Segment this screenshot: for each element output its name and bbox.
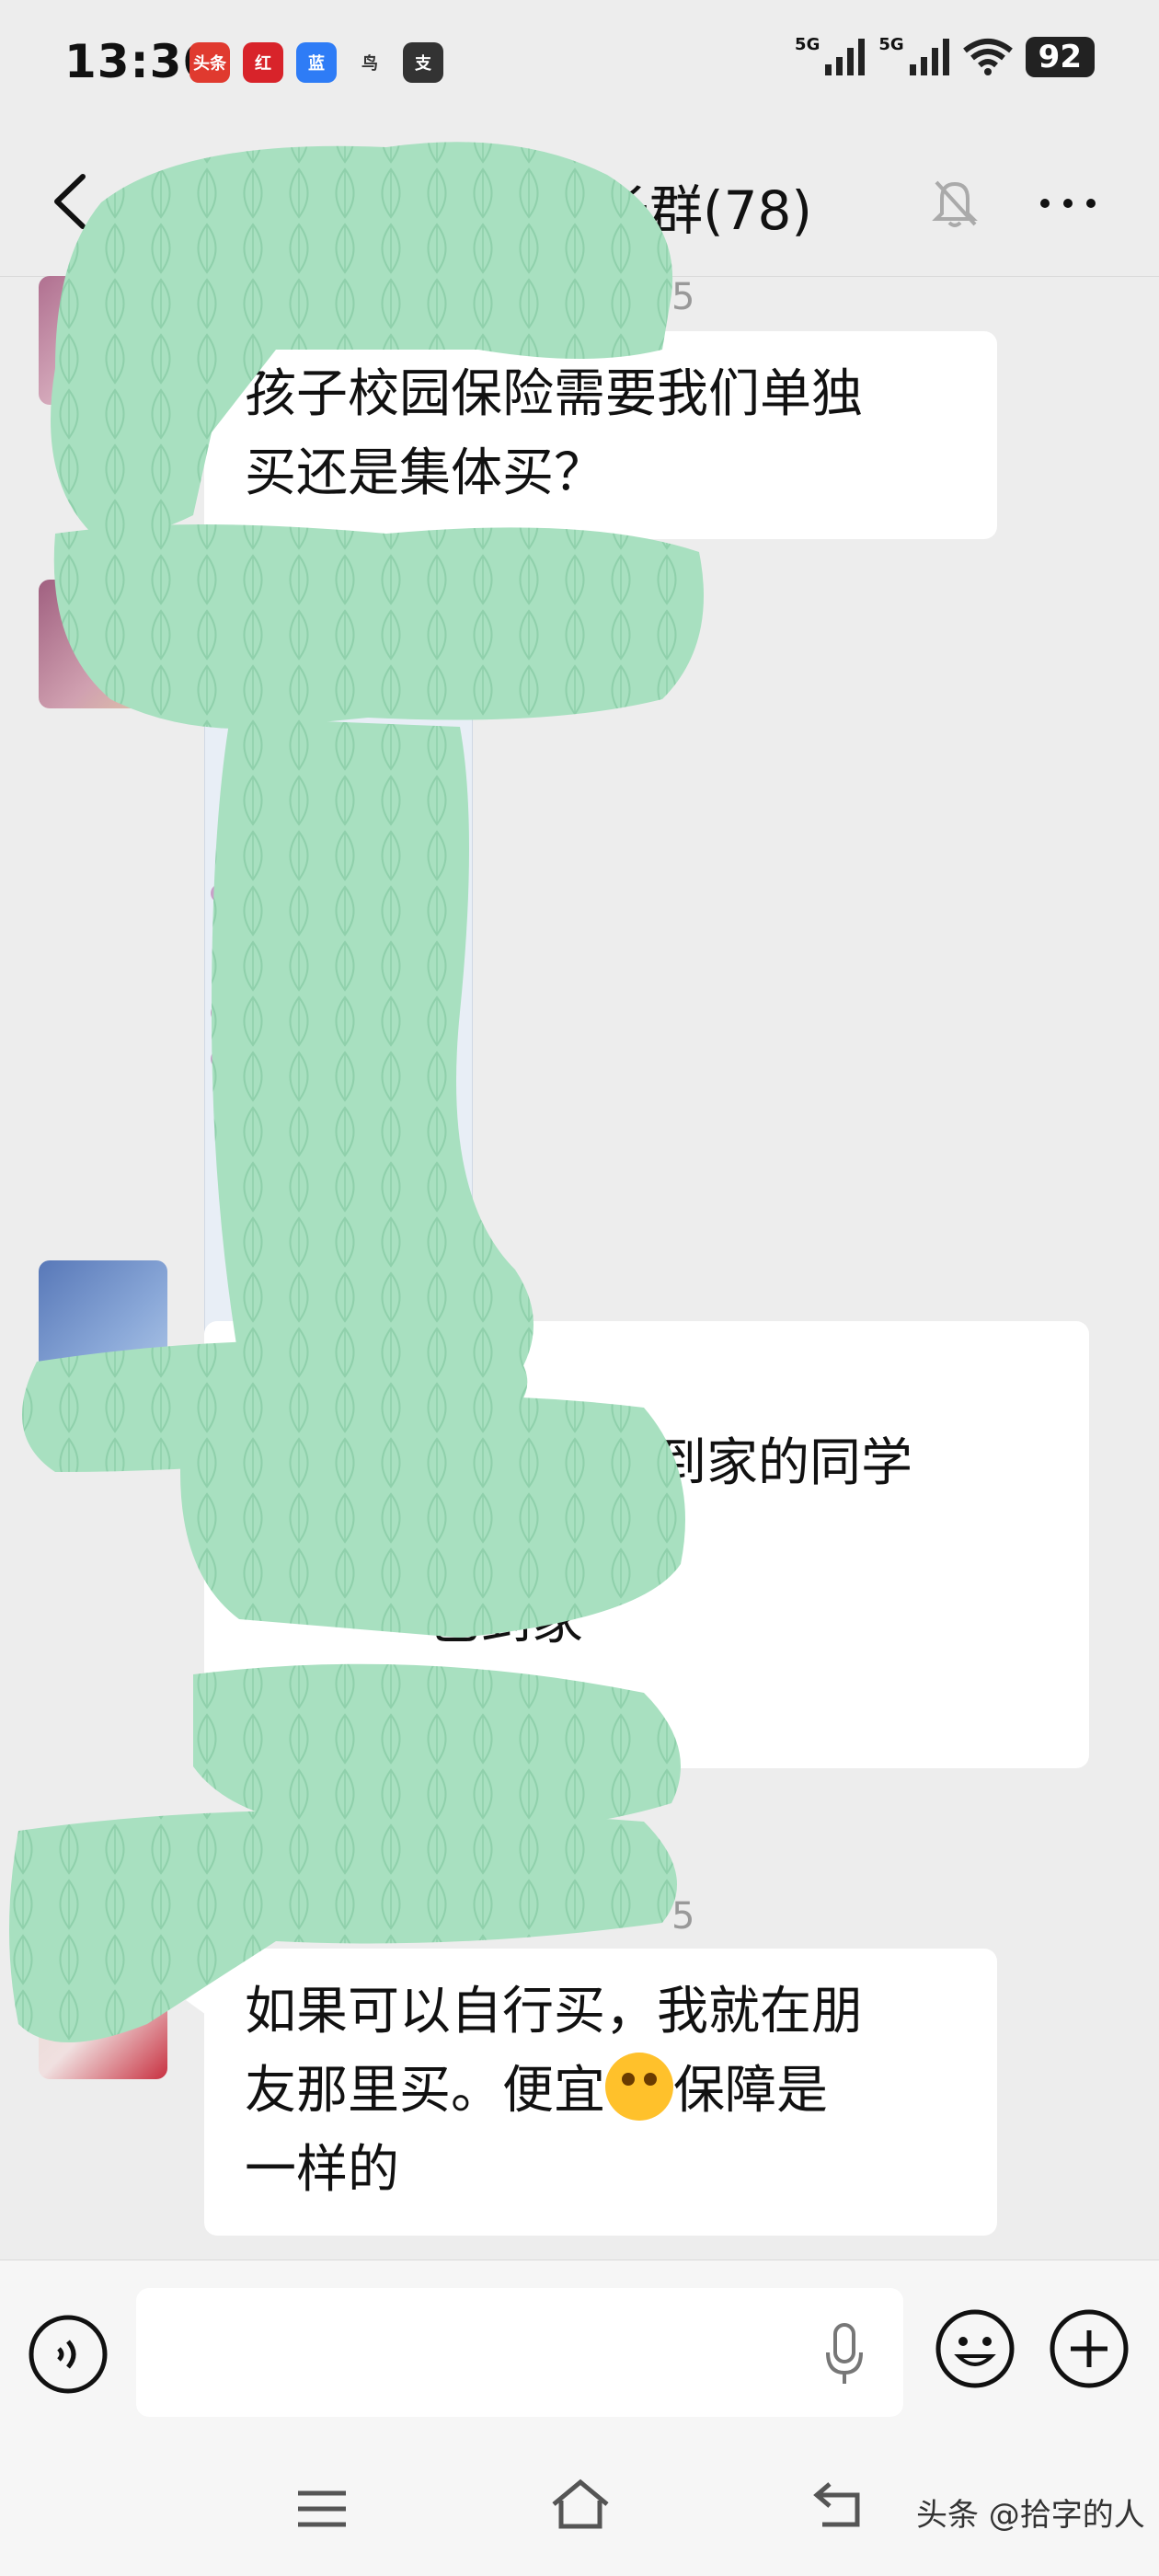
emoji-icon[interactable] xyxy=(935,2308,1016,2389)
message-text-line: 买还是集体买？ xyxy=(245,443,605,503)
message-text-input[interactable] xyxy=(136,2288,903,2417)
message-timestamp: 5 xyxy=(671,276,695,318)
plus-circle-icon[interactable] xyxy=(1049,2308,1130,2389)
message-text-line: 如果可以自行买，我就在朋 xyxy=(245,1982,863,2041)
signal-icon xyxy=(825,39,866,75)
home-icon[interactable] xyxy=(548,2477,613,2532)
status-app-icons: 头条 红 蓝 鸟 支 xyxy=(189,42,443,83)
message-text-line: 已到家 xyxy=(429,1592,583,1651)
red-app-icon: 红 xyxy=(243,42,283,83)
message-text-line: 一样的 xyxy=(245,2140,399,2200)
message-input-bar xyxy=(0,2260,1159,2454)
avatar[interactable] xyxy=(39,276,167,405)
avatar[interactable] xyxy=(39,1950,167,2079)
bird-app-icon: 鸟 xyxy=(361,54,378,74)
blue-app-icon: 蓝 xyxy=(296,42,337,83)
bell-off-icon[interactable] xyxy=(929,175,981,230)
chat-title: 家长群(78) xyxy=(543,179,813,242)
message-text-fragment: 友那里买。便宜 xyxy=(245,2061,605,2121)
message-text-line: 友那里买。便宜 保障是 xyxy=(245,2052,957,2131)
message-bubble[interactable]: 如果可以自行买，我就在朋 友那里买。便宜 保障是 一样的 xyxy=(186,1949,997,2236)
signal-label-1: 5G xyxy=(795,34,820,54)
avatar[interactable] xyxy=(39,580,167,708)
message-text-line: 孩子校园保险需要我们单独 xyxy=(245,364,863,424)
message-text-fragment: 保障是 xyxy=(673,2061,828,2121)
message-text-line: · · xyxy=(245,1512,294,1572)
toutiao-app-icon: 头条 xyxy=(189,42,230,83)
status-indicators: 5G 5G 92 xyxy=(795,34,1095,77)
image-content-dot xyxy=(211,884,229,903)
signal-label-2: 5G xyxy=(878,34,904,54)
image-content-block xyxy=(242,737,352,774)
message-bubble[interactable]: #接龙 全到家的同学 · · 已到家 xyxy=(186,1321,1089,1768)
more-horizontal-icon[interactable] xyxy=(1036,190,1100,217)
message-bubble[interactable]: 孩子校园保险需要我们单独 买还是集体买？ xyxy=(186,331,997,539)
chat-message-list[interactable]: 5 孩子校园保险需要我们单独 买还是集体买？ #接龙 全到家的同学 · · 已到… xyxy=(0,276,1159,2260)
watermark-text: 头条 @拾字的人 xyxy=(916,2497,1145,2534)
image-content-dot xyxy=(211,1050,229,1068)
avatar[interactable] xyxy=(39,1260,167,1389)
chat-header: 家长群(78) xyxy=(0,129,1159,277)
battery-indicator: 92 xyxy=(1025,37,1095,77)
status-bar: 13:36 头条 红 蓝 鸟 支 5G 5G 92 xyxy=(0,0,1159,129)
microphone-icon[interactable] xyxy=(819,2321,870,2387)
system-nav-bar: 头条 @拾字的人 xyxy=(0,2453,1159,2576)
message-timestamp: 5 xyxy=(671,1895,695,1938)
menu-icon[interactable] xyxy=(294,2486,350,2532)
chevron-left-icon[interactable] xyxy=(44,169,99,234)
image-content-dot xyxy=(211,1004,229,1022)
back-icon[interactable] xyxy=(811,2478,866,2530)
face-emoji-icon xyxy=(605,2053,673,2121)
alipay-app-icon: 支 xyxy=(403,42,443,83)
voice-mode-icon[interactable] xyxy=(28,2314,109,2395)
signal-icon xyxy=(909,39,949,75)
message-text-line: 全到家的同学 xyxy=(603,1433,912,1493)
wifi-icon xyxy=(962,39,1013,75)
message-hashtag[interactable]: #接龙 xyxy=(245,1345,1049,1424)
